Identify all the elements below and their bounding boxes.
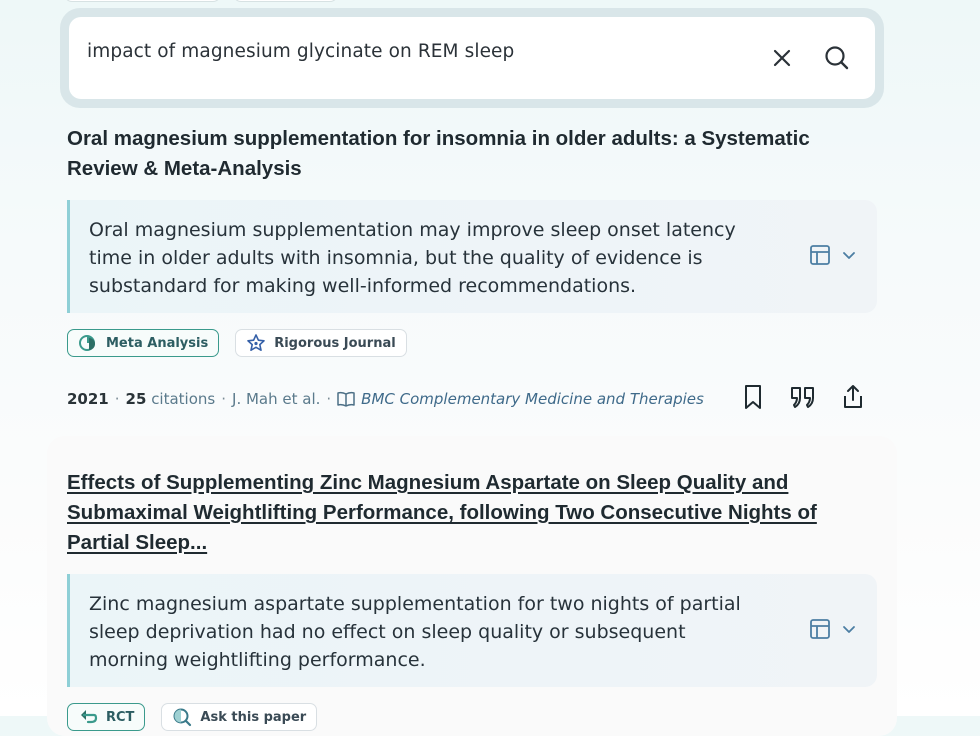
table-icon <box>810 245 830 265</box>
swap-arrows-icon <box>81 710 98 724</box>
result-summary: Oral magnesium supplementation may impro… <box>67 200 877 313</box>
filter-tab[interactable] <box>64 0 221 2</box>
star-icon <box>247 334 266 351</box>
year: 2021 <box>67 390 109 408</box>
authors[interactable]: J. Mah et al. <box>232 390 320 408</box>
journal-name[interactable]: BMC Complementary Medicine and Therapies <box>361 390 704 408</box>
cite-quote-icon[interactable] <box>789 383 817 411</box>
citations-link[interactable]: citations <box>151 390 215 408</box>
result-summary: Zinc magnesium aspartate supplementation… <box>67 574 877 687</box>
ask-this-paper-button[interactable]: Ask this paper <box>161 703 318 731</box>
bookmark-icon[interactable] <box>739 383 767 411</box>
top-filter-tabs <box>64 0 350 2</box>
badge-row: Meta Analysis Rigorous Journal <box>67 329 877 359</box>
result-title[interactable]: Oral magnesium supplementation for insom… <box>67 124 877 184</box>
filter-tab[interactable] <box>233 0 338 2</box>
result-card-highlighted: Effects of Supplementing Zinc Magnesium … <box>47 436 897 736</box>
citation-count: 25 <box>125 390 147 408</box>
search-input[interactable]: impact of magnesium glycinate on REM sle… <box>87 41 514 62</box>
rct-badge[interactable]: RCT <box>67 703 146 731</box>
result-card: Oral magnesium supplementation for insom… <box>67 124 877 438</box>
pie-chart-icon <box>79 335 95 351</box>
chevron-down-icon <box>843 252 855 259</box>
chevron-down-icon <box>843 626 855 633</box>
summary-text: Zinc magnesium aspartate supplementation… <box>89 593 741 671</box>
badge-label: Rigorous Journal <box>274 335 396 351</box>
meta-analysis-badge[interactable]: Meta Analysis <box>67 329 220 357</box>
share-icon[interactable] <box>839 383 867 411</box>
search-box: impact of magnesium glycinate on REM sle… <box>69 17 875 99</box>
close-icon[interactable] <box>767 43 797 73</box>
badge-label: RCT <box>106 709 135 725</box>
summary-expand-toggle[interactable] <box>809 244 857 266</box>
result-meta: 2021 · 25 citations · J. Mah et al. · BM… <box>67 385 877 413</box>
ask-search-icon <box>173 708 192 727</box>
result-actions <box>739 383 867 411</box>
search-bar: impact of magnesium glycinate on REM sle… <box>60 8 884 108</box>
summary-text: Oral magnesium supplementation may impro… <box>89 219 736 297</box>
table-icon <box>810 619 830 639</box>
badge-label: Meta Analysis <box>106 335 209 351</box>
summary-expand-toggle[interactable] <box>809 618 857 640</box>
badge-row: RCT Ask this paper <box>67 703 877 733</box>
book-icon <box>337 391 355 407</box>
result-title[interactable]: Effects of Supplementing Zinc Magnesium … <box>67 468 877 558</box>
badge-label: Ask this paper <box>200 709 307 725</box>
search-icon[interactable] <box>822 43 852 73</box>
rigorous-journal-badge[interactable]: Rigorous Journal <box>235 329 407 357</box>
